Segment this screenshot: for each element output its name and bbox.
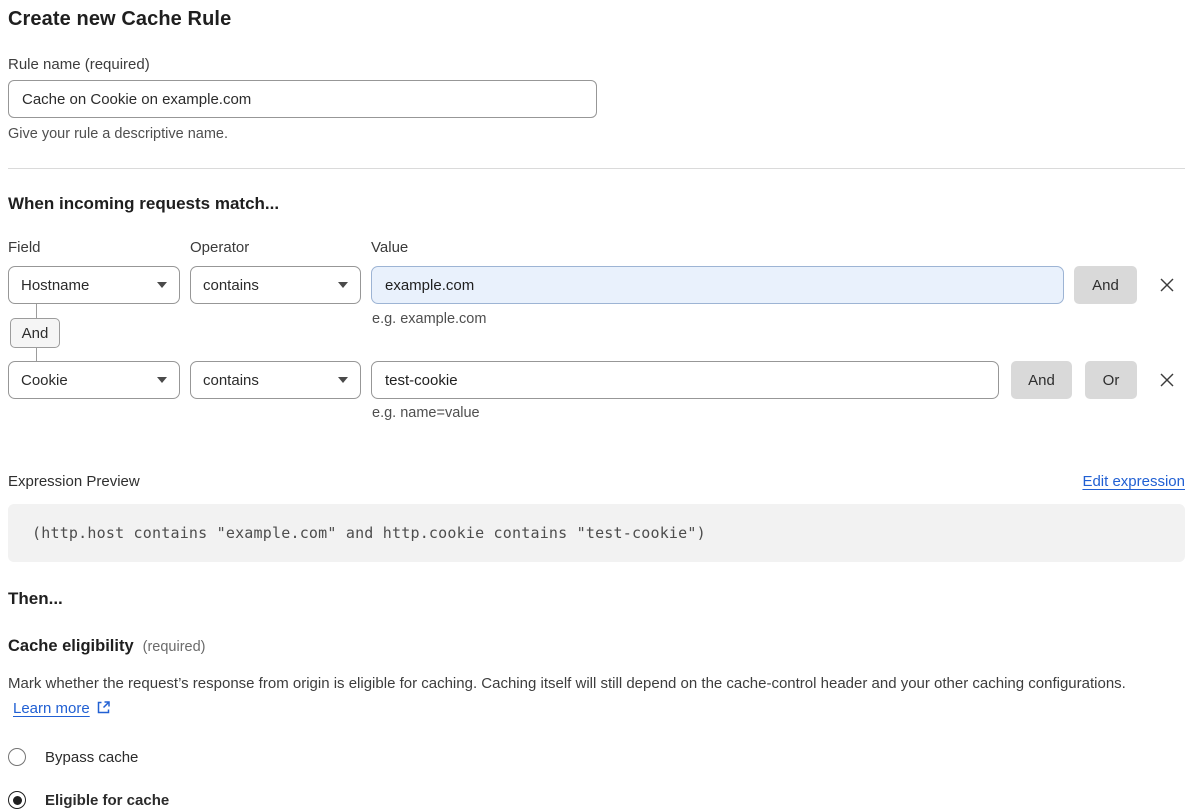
- rule-name-label: Rule name (required): [8, 56, 1185, 73]
- cache-eligibility-header: Cache eligibility (required): [8, 637, 1185, 656]
- cache-eligibility-label: Cache eligibility: [8, 637, 134, 656]
- chevron-down-icon: [338, 377, 348, 383]
- field-select-row1-value: Hostname: [21, 277, 89, 294]
- remove-condition-row1-button[interactable]: [1154, 272, 1180, 298]
- operator-select-row2-value: contains: [203, 372, 259, 389]
- add-and-button-row2[interactable]: And: [1011, 361, 1072, 399]
- radio-label: Bypass cache: [45, 749, 138, 766]
- value-input-row1[interactable]: [371, 266, 1064, 304]
- value-hint-row2: e.g. name=value: [372, 405, 480, 421]
- expression-preview-header: Expression Preview Edit expression: [8, 473, 1185, 490]
- field-select-row1[interactable]: Hostname: [8, 266, 180, 304]
- section-divider: [8, 168, 1185, 169]
- field-select-row2-value: Cookie: [21, 372, 68, 389]
- radio-selected-icon: [8, 791, 26, 809]
- close-icon: [1157, 370, 1177, 390]
- expression-code-block: (http.host contains "example.com" and ht…: [8, 504, 1185, 562]
- radio-label: Eligible for cache: [45, 792, 169, 809]
- match-heading: When incoming requests match...: [8, 194, 1185, 214]
- chevron-down-icon: [157, 377, 167, 383]
- rule-name-help: Give your rule a descriptive name.: [8, 126, 1185, 142]
- edit-expression-link[interactable]: Edit expression: [1082, 473, 1185, 490]
- radio-option-eligible-for-cache[interactable]: Eligible for cache: [8, 791, 1185, 809]
- expression-preview-label: Expression Preview: [8, 473, 140, 490]
- external-link-icon: [96, 698, 111, 723]
- then-heading: Then...: [8, 589, 1185, 609]
- description-text: Mark whether the request’s response from…: [8, 675, 1126, 692]
- cache-eligibility-description: Mark whether the request’s response from…: [8, 671, 1168, 723]
- radio-dot: [13, 796, 22, 805]
- chevron-down-icon: [157, 282, 167, 288]
- rule-name-input[interactable]: [8, 80, 597, 118]
- connector-and-button[interactable]: And: [10, 318, 60, 348]
- chevron-down-icon: [338, 282, 348, 288]
- field-select-row2[interactable]: Cookie: [8, 361, 180, 399]
- value-hint-row1: e.g. example.com: [372, 311, 486, 327]
- radio-unselected-icon: [8, 748, 26, 766]
- radio-option-bypass-cache[interactable]: Bypass cache: [8, 748, 1185, 766]
- value-column-label: Value: [371, 239, 408, 256]
- connector-and-label: And: [22, 325, 49, 342]
- value-input-row2[interactable]: [371, 361, 999, 399]
- condition-builder: Field Operator Value And Hostname contai…: [8, 239, 1185, 429]
- rule-name-section: Rule name (required) Give your rule a de…: [8, 56, 1185, 142]
- field-column-label: Field: [8, 239, 41, 256]
- page-title: Create new Cache Rule: [8, 8, 1185, 31]
- close-icon: [1157, 275, 1177, 295]
- learn-more-link[interactable]: Learn more: [13, 700, 90, 717]
- operator-select-row2[interactable]: contains: [190, 361, 361, 399]
- remove-condition-row2-button[interactable]: [1154, 367, 1180, 393]
- operator-column-label: Operator: [190, 239, 249, 256]
- operator-select-row1[interactable]: contains: [190, 266, 361, 304]
- required-note: (required): [143, 639, 206, 655]
- operator-select-row1-value: contains: [203, 277, 259, 294]
- add-or-button-row2[interactable]: Or: [1085, 361, 1137, 399]
- add-and-button-row1[interactable]: And: [1074, 266, 1137, 304]
